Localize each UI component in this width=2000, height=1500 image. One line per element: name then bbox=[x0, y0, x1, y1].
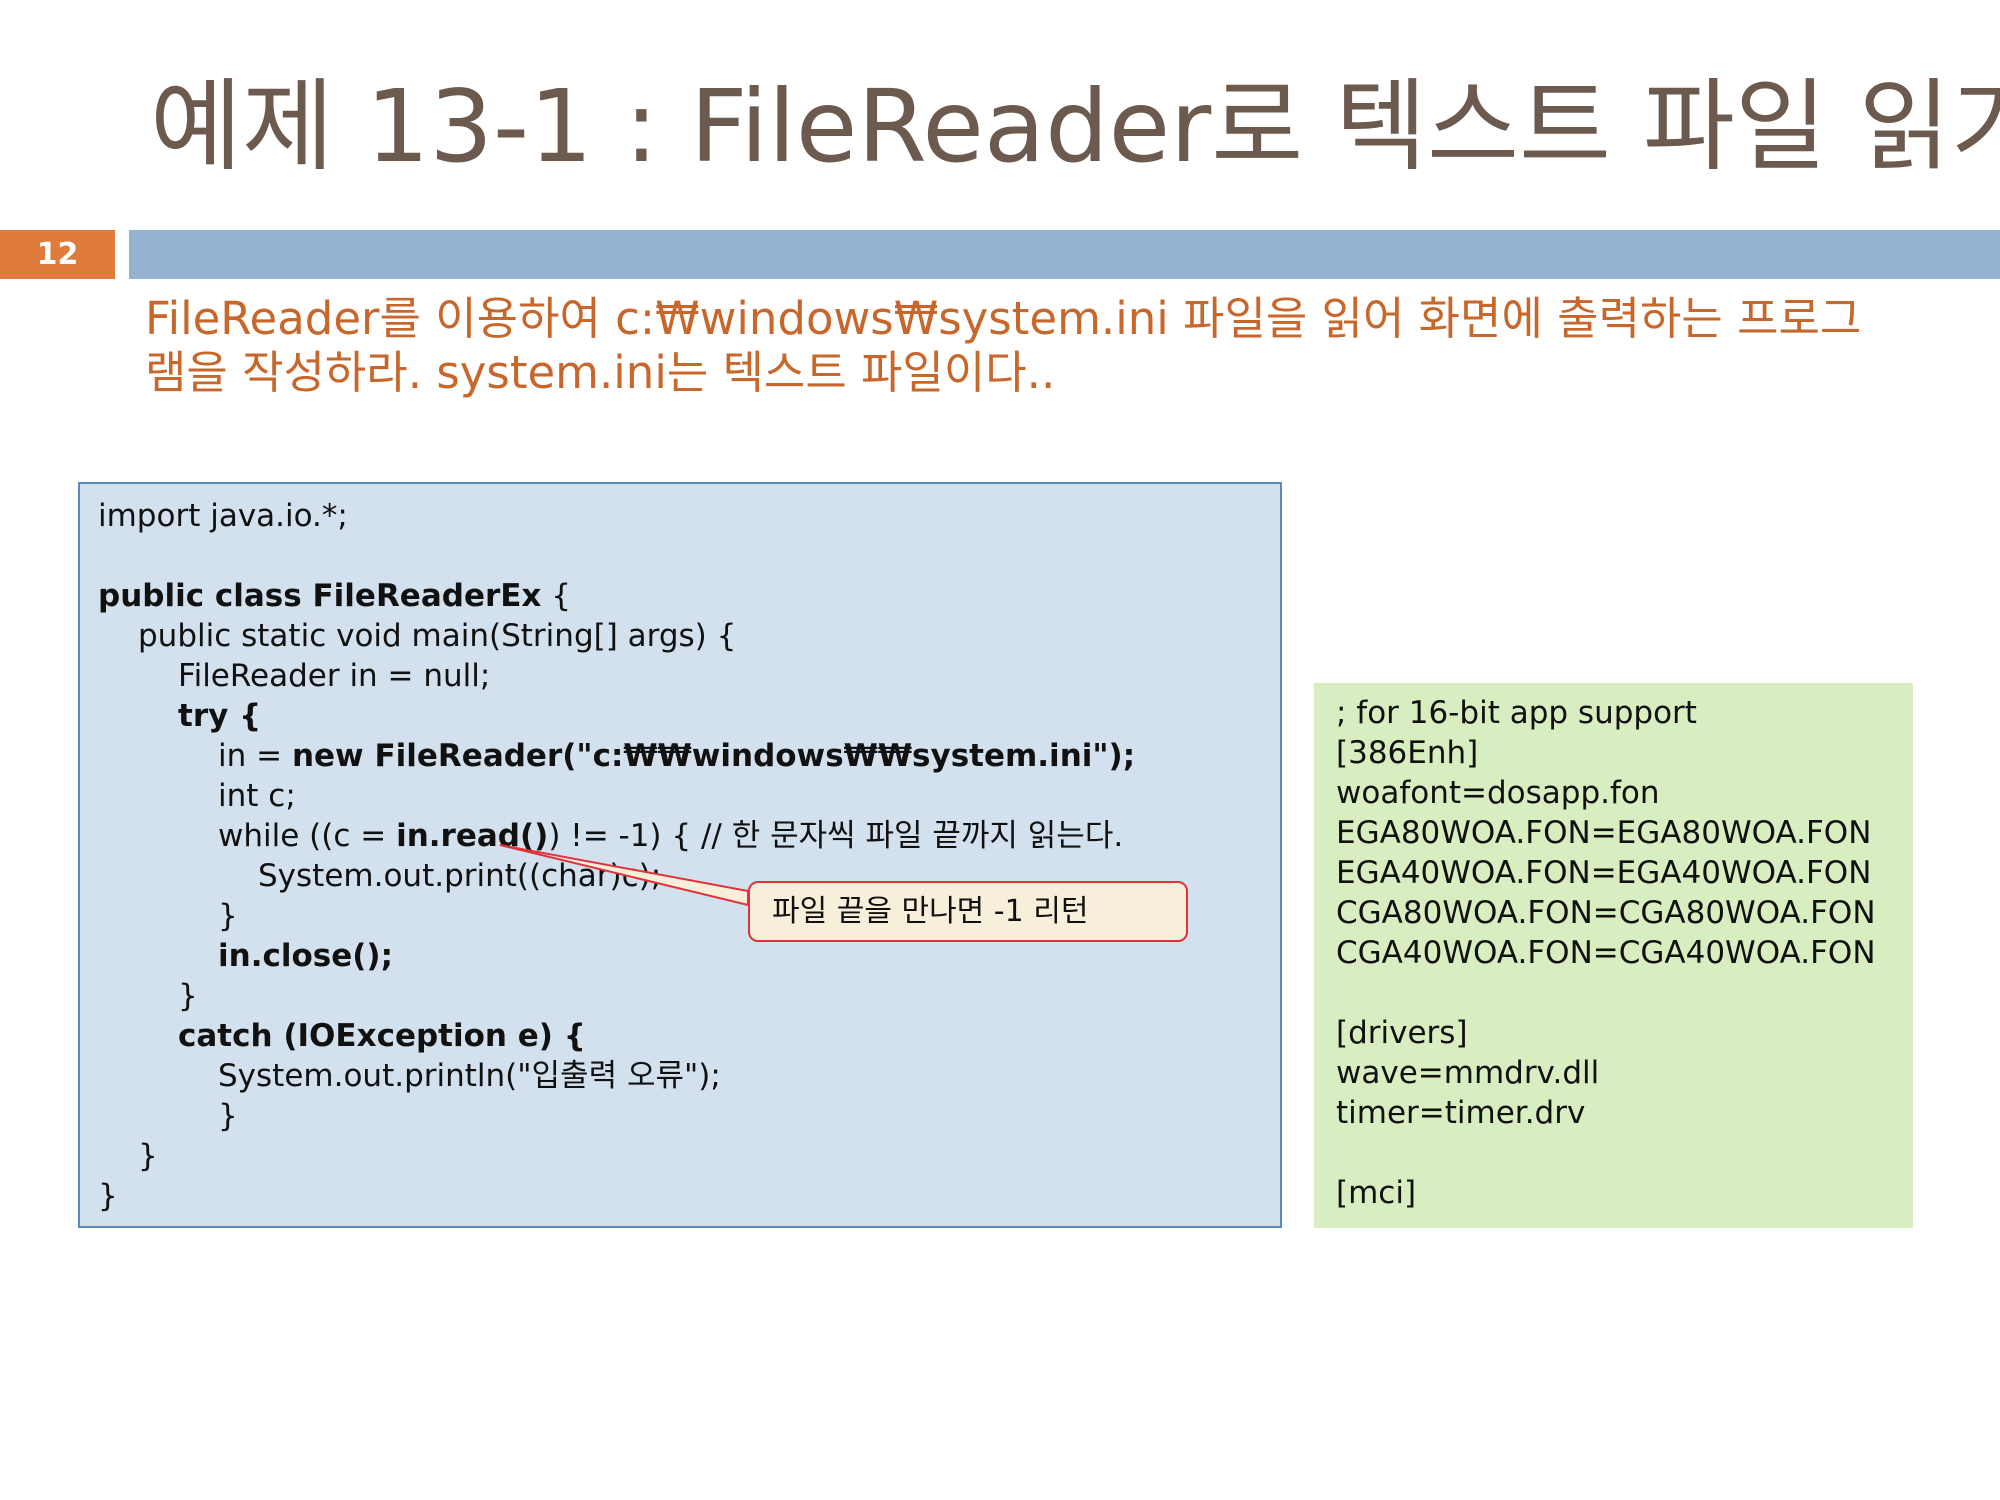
header-bar bbox=[129, 230, 2000, 279]
code-text: ) != -1) { // 한 문자씩 파일 끝까지 읽는다. bbox=[548, 818, 1124, 854]
code-line: int c; bbox=[98, 776, 1280, 816]
subtitle-line-1: FileReader를 이용하여 c:₩windows₩system.ini 파… bbox=[145, 292, 1862, 345]
code-line: } bbox=[98, 1096, 1280, 1136]
code-line: import java.io.*; bbox=[98, 496, 1280, 536]
subtitle-line-2: 램을 작성하라. system.ini는 텍스트 파일이다.. bbox=[145, 346, 1056, 399]
code-line: in = new FileReader("c:₩₩windows₩₩system… bbox=[98, 736, 1280, 776]
output-line: ; for 16-bit app support bbox=[1336, 695, 1697, 731]
callout-note: 파일 끝을 만나면 -1 리턴 bbox=[748, 881, 1188, 942]
output-line: EGA80WOA.FON=EGA80WOA.FON bbox=[1336, 815, 1872, 851]
code-text: int c; bbox=[218, 778, 296, 814]
code-text: } bbox=[178, 978, 198, 1014]
code-text: { bbox=[541, 578, 572, 614]
code-text: in.close(); bbox=[218, 938, 393, 974]
code-text: while ((c = bbox=[218, 818, 397, 854]
code-line: public static void main(String[] args) { bbox=[98, 616, 1280, 656]
code-line: catch (IOException e) { bbox=[98, 1016, 1280, 1056]
code-line: } bbox=[98, 1176, 1280, 1216]
output-line: woafont=dosapp.fon bbox=[1336, 775, 1660, 811]
output-line: [mci] bbox=[1336, 1175, 1417, 1211]
code-text: System.out.print((char)c); bbox=[258, 858, 662, 894]
code-text: } bbox=[138, 1138, 158, 1174]
output-line: EGA40WOA.FON=EGA40WOA.FON bbox=[1336, 855, 1872, 891]
code-text: new FileReader("c:₩₩windows₩₩system.ini"… bbox=[291, 738, 1136, 774]
code-text: in.read() bbox=[396, 818, 549, 854]
code-line: FileReader in = null; bbox=[98, 656, 1280, 696]
output-line: wave=mmdrv.dll bbox=[1336, 1055, 1600, 1091]
output-line: timer=timer.drv bbox=[1336, 1095, 1586, 1131]
output-line: [386Enh] bbox=[1336, 735, 1479, 771]
code-text: public class FileReaderEx bbox=[98, 578, 542, 614]
code-text: } bbox=[218, 898, 238, 934]
code-text: public static void main(String[] args) { bbox=[138, 618, 737, 654]
code-line: in.close(); bbox=[98, 936, 1280, 976]
code-text: catch (IOException e) { bbox=[178, 1018, 586, 1054]
code-text: FileReader in = null; bbox=[178, 658, 491, 694]
code-line: try { bbox=[98, 696, 1280, 736]
page-number-badge: 12 bbox=[0, 230, 115, 279]
code-text: } bbox=[218, 1098, 238, 1134]
output-line: CGA40WOA.FON=CGA40WOA.FON bbox=[1336, 935, 1876, 971]
code-line: } bbox=[98, 1136, 1280, 1176]
output-line: CGA80WOA.FON=CGA80WOA.FON bbox=[1336, 895, 1876, 931]
slide-title: 예제 13-1 : FileReader로 텍스트 파일 읽기 bbox=[150, 68, 2000, 185]
slide-subtitle: FileReader를 이용하여 c:₩windows₩system.ini 파… bbox=[145, 292, 1895, 400]
code-text: import java.io.*; bbox=[98, 498, 348, 534]
slide: 예제 13-1 : FileReader로 텍스트 파일 읽기 12 FileR… bbox=[0, 0, 2000, 1500]
output-box: ; for 16-bit app support [386Enh] woafon… bbox=[1314, 683, 1913, 1228]
code-line: while ((c = in.read()) != -1) { // 한 문자씩… bbox=[98, 816, 1280, 856]
code-text: in = bbox=[218, 738, 292, 774]
code-text: } bbox=[98, 1178, 118, 1214]
code-line: public class FileReaderEx { bbox=[98, 576, 1280, 616]
code-line: System.out.println("입출력 오류"); bbox=[98, 1056, 1280, 1096]
code-text: try { bbox=[178, 698, 262, 734]
code-line: } bbox=[98, 976, 1280, 1016]
code-box: import java.io.*; public class FileReade… bbox=[78, 482, 1282, 1228]
output-line: [drivers] bbox=[1336, 1015, 1468, 1051]
code-text: System.out.println("입출력 오류"); bbox=[218, 1058, 721, 1094]
